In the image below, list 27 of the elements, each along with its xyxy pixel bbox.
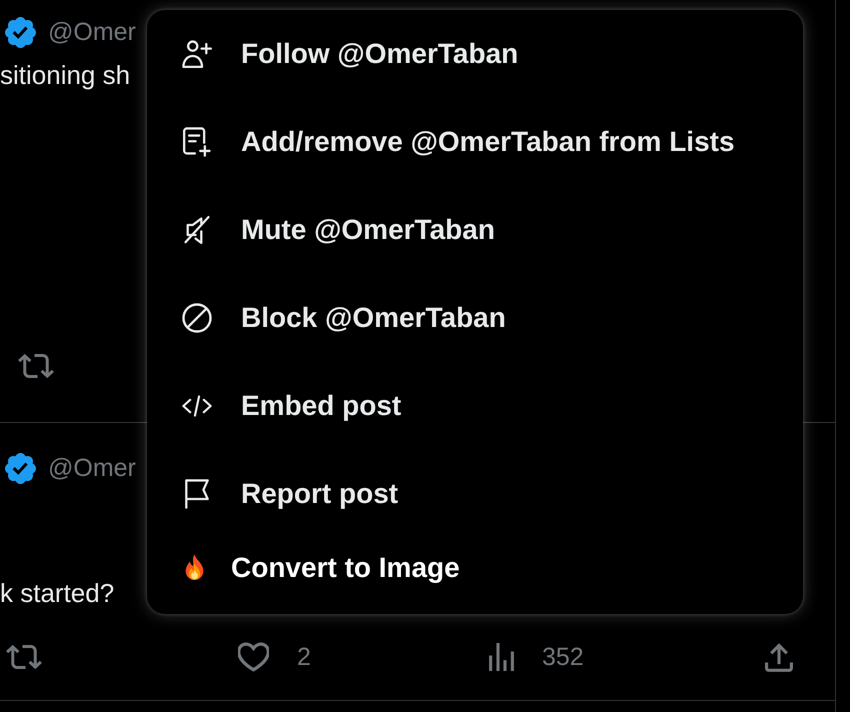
like-button[interactable]: 2 bbox=[238, 642, 311, 672]
menu-item[interactable]: Convert to Image bbox=[147, 538, 803, 598]
flame-icon bbox=[185, 554, 204, 582]
share-icon bbox=[765, 642, 793, 672]
menu-item[interactable]: Follow @OmerTaban bbox=[147, 10, 803, 98]
menu-item[interactable]: Add/remove @OmerTaban from Lists bbox=[147, 98, 803, 186]
menu-item[interactable]: Embed post bbox=[147, 362, 803, 450]
user-handle[interactable]: @Omer bbox=[48, 453, 136, 483]
heart-icon bbox=[238, 642, 269, 672]
repost-icon bbox=[6, 644, 42, 670]
menu-item[interactable]: Report post bbox=[147, 450, 803, 538]
menu-item[interactable]: Block @OmerTaban bbox=[147, 274, 803, 362]
list-add-icon bbox=[182, 127, 212, 157]
repost-icon bbox=[18, 353, 54, 379]
bar-chart-icon bbox=[489, 643, 514, 671]
repost-button[interactable] bbox=[6, 644, 42, 670]
share-button[interactable] bbox=[765, 642, 793, 672]
post-text: k started? bbox=[0, 578, 114, 608]
user-handle[interactable]: @Omer bbox=[48, 17, 136, 47]
block-icon bbox=[182, 303, 212, 333]
menu-item[interactable]: Mute @OmerTaban bbox=[147, 186, 803, 274]
repost-button[interactable] bbox=[18, 353, 54, 379]
person-plus-icon bbox=[182, 39, 212, 69]
flag-icon bbox=[182, 479, 212, 509]
post-text: sitioning sh bbox=[0, 60, 130, 90]
mute-icon bbox=[182, 215, 212, 245]
views-button[interactable]: 352 bbox=[489, 642, 584, 672]
